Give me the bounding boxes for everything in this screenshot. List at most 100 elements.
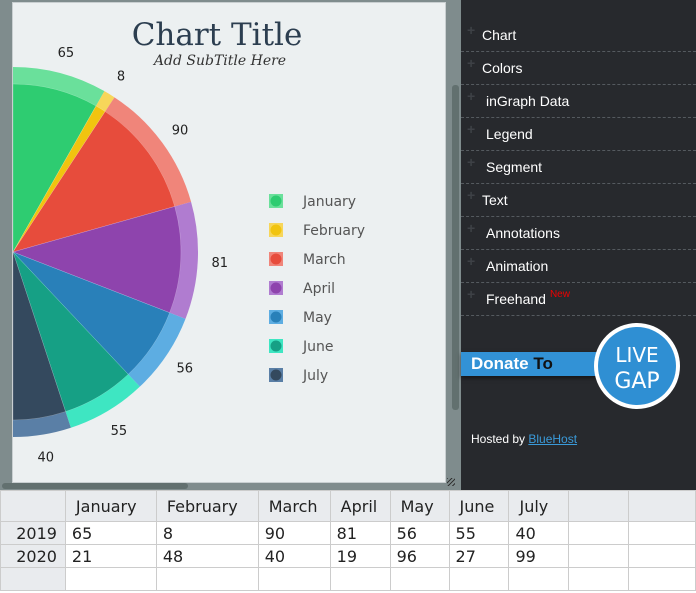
grid-cell[interactable]: 21 [64, 544, 157, 568]
logo-text-top: LIVE [615, 343, 658, 367]
legend-item[interactable]: April [269, 281, 335, 297]
data-label: 55 [111, 424, 128, 439]
legend-label: March [303, 252, 346, 268]
menu-item-text[interactable]: + Text [461, 184, 696, 217]
legend-swatch-dot [270, 253, 282, 265]
chart-title: Chart Title [132, 17, 303, 53]
grid-cell[interactable]: 90 [257, 521, 331, 545]
grid-cell[interactable] [568, 544, 630, 568]
grid-cell[interactable]: 40 [257, 544, 331, 568]
column-header[interactable] [0, 490, 66, 522]
chart-area: Chart Title Add SubTitle Here 65 8 90 81 56 5… [0, 0, 461, 490]
expand-plus-icon[interactable]: + [467, 154, 475, 170]
grid-cell[interactable] [628, 544, 696, 568]
expand-plus-icon[interactable]: + [467, 55, 475, 71]
menu-item-ingraph-data[interactable]: + inGraph Data [461, 85, 696, 118]
pie-chart: Chart Title Add SubTitle Here 65 8 90 81 56 5… [13, 17, 365, 465]
grid-cell[interactable]: 19 [329, 544, 391, 568]
data-label: 56 [176, 362, 193, 377]
menu-item-label: Chart [482, 27, 517, 43]
livegap-logo-icon[interactable]: LIVE GAP [593, 322, 681, 410]
expand-plus-icon[interactable]: + [467, 88, 475, 104]
column-header[interactable]: April [329, 490, 391, 522]
grid-cell[interactable] [568, 521, 630, 545]
column-header[interactable]: March [257, 490, 331, 522]
data-table: January February March April May June July 2019… [0, 490, 696, 591]
grid-row [0, 567, 696, 591]
grid-cell[interactable] [628, 567, 696, 591]
hosted-by-text: Hosted by [471, 432, 529, 446]
grid-cell[interactable]: 55 [448, 521, 510, 545]
legend-item[interactable]: January [269, 194, 356, 210]
menu-item-colors[interactable]: + Colors [461, 52, 696, 85]
horizontal-scrollbar[interactable] [2, 483, 188, 489]
grid-cell[interactable] [155, 567, 259, 591]
menu-item-animation[interactable]: + Animation [461, 250, 696, 283]
grid-cell[interactable] [628, 521, 696, 545]
menu-item-label: Annotations [486, 225, 560, 241]
column-header[interactable]: May [389, 490, 450, 522]
grid-cell[interactable] [389, 567, 450, 591]
grid-cell[interactable] [329, 567, 391, 591]
grid-cell[interactable]: 56 [389, 521, 450, 545]
grid-cell[interactable] [508, 567, 570, 591]
legend-swatch-dot [270, 369, 282, 381]
data-label: 90 [172, 124, 189, 139]
legend-swatch-dot [270, 340, 282, 352]
column-header[interactable]: February [155, 490, 259, 522]
menu-item-label: Segment [486, 159, 543, 175]
bluehost-link[interactable]: BlueHost [528, 432, 577, 446]
grid-cell[interactable]: 99 [508, 544, 570, 568]
legend-label: July [302, 368, 328, 384]
legend-swatch-dot [270, 282, 282, 294]
menu-item-label: inGraph Data [486, 93, 570, 109]
expand-plus-icon[interactable]: + [467, 121, 475, 137]
legend-item[interactable]: May [269, 310, 332, 326]
row-header-cell[interactable]: 2020 [0, 544, 66, 568]
menu-item-segment[interactable]: + Segment [461, 151, 696, 184]
menu-item-label: Legend [486, 126, 533, 142]
menu-item-legend[interactable]: + Legend [461, 118, 696, 151]
grid-cell[interactable] [64, 567, 157, 591]
data-grid: January February March April May June July 2019… [0, 490, 696, 593]
grid-cell[interactable] [448, 567, 510, 591]
column-header[interactable]: July [508, 490, 570, 522]
column-header[interactable] [568, 490, 630, 522]
column-header[interactable]: June [448, 490, 510, 522]
grid-cell[interactable]: 81 [329, 521, 391, 545]
grid-row: 2020 21 48 40 19 96 27 99 [0, 544, 696, 568]
expand-plus-icon[interactable]: + [467, 22, 475, 38]
legend-item[interactable]: March [269, 252, 346, 268]
grid-cell[interactable]: 48 [155, 544, 259, 568]
resize-handle[interactable] [447, 478, 455, 486]
legend-item[interactable]: June [269, 339, 334, 355]
grid-header-row: January February March April May June July [0, 490, 696, 522]
row-header-cell[interactable]: 2019 [0, 521, 66, 545]
column-header[interactable]: January [64, 490, 157, 522]
grid-cell[interactable]: 96 [389, 544, 450, 568]
legend-label: January [302, 194, 356, 210]
menu-item-freehand[interactable]: + Freehand New [461, 283, 696, 316]
row-header-cell[interactable] [0, 567, 66, 591]
grid-cell[interactable]: 65 [64, 521, 157, 545]
hosted-by: Hosted by BlueHost [471, 432, 577, 446]
expand-plus-icon[interactable]: + [467, 187, 475, 203]
legend-item[interactable]: July [269, 368, 328, 384]
grid-cell[interactable]: 27 [448, 544, 510, 568]
legend-item[interactable]: February [269, 223, 365, 239]
grid-cell[interactable]: 8 [155, 521, 259, 545]
donate-banner[interactable]: Donate To [461, 352, 611, 376]
grid-cell[interactable] [257, 567, 331, 591]
expand-plus-icon[interactable]: + [467, 286, 475, 302]
expand-plus-icon[interactable]: + [467, 253, 475, 269]
menu-item-chart[interactable]: + Chart [461, 19, 696, 52]
vertical-scrollbar[interactable] [452, 85, 459, 410]
data-label: 65 [58, 46, 75, 61]
grid-cell[interactable]: 40 [508, 521, 570, 545]
expand-plus-icon[interactable]: + [467, 220, 475, 236]
legend-swatch-dot [270, 195, 282, 207]
grid-cell[interactable] [568, 567, 630, 591]
menu-item-annotations[interactable]: + Annotations [461, 217, 696, 250]
column-header[interactable] [628, 490, 696, 522]
chart-canvas: Chart Title Add SubTitle Here 65 8 90 81 56 5… [12, 2, 446, 483]
